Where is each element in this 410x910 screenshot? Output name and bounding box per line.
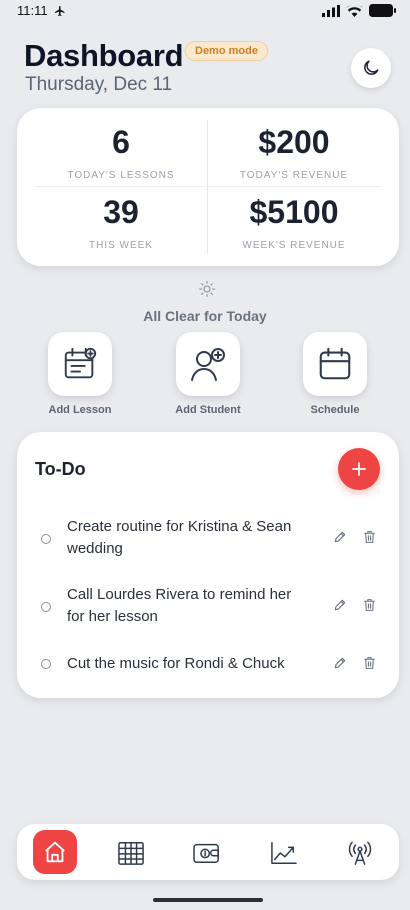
page-date: Thursday, Dec 11: [25, 74, 173, 95]
bottom-nav: [17, 824, 399, 880]
nav-reports[interactable]: [262, 832, 306, 874]
todo-checkbox[interactable]: [41, 602, 51, 612]
stat-value: 6: [112, 124, 130, 160]
add-student-action[interactable]: Add Student: [163, 332, 253, 416]
todo-checkbox[interactable]: [41, 659, 51, 669]
wifi-icon: [346, 4, 363, 17]
status-icons: [322, 4, 396, 17]
edit-icon[interactable]: [333, 530, 347, 544]
todo-item: Create routine for Kristina & Sean weddi…: [35, 516, 385, 560]
stat-todays-revenue: $200 TODAY'S REVENUE: [214, 124, 374, 181]
stats-divider-horizontal: [35, 186, 381, 187]
plus-icon: [352, 462, 366, 476]
add-student-label: Add Student: [175, 404, 241, 416]
stat-label: TODAY'S REVENUE: [239, 170, 349, 181]
nav-schedule[interactable]: [109, 832, 153, 874]
add-todo-button[interactable]: [338, 448, 380, 490]
calendar-icon: [319, 347, 351, 380]
schedule-button[interactable]: [303, 332, 367, 396]
todo-text: Call Lourdes Rivera to remind her for he…: [67, 586, 292, 625]
moon-icon: [364, 60, 379, 75]
todo-item: Cut the music for Rondi & Chuck: [35, 653, 385, 675]
schedule-action[interactable]: Schedule: [290, 332, 380, 416]
sun-icon: [198, 280, 216, 303]
stat-label: THIS WEEK: [88, 240, 153, 251]
todo-item: Call Lourdes Rivera to remind her for he…: [35, 584, 385, 628]
status-bar-time: 11:11: [17, 3, 66, 18]
theme-toggle-button[interactable]: [351, 48, 391, 88]
wallet-icon: [193, 843, 219, 864]
stats-card: 6 TODAY'S LESSONS $200 TODAY'S REVENUE 3…: [17, 108, 399, 266]
schedule-grid-icon: [118, 842, 144, 865]
stat-value: 39: [103, 194, 139, 230]
todo-text: Cut the music for Rondi & Chuck: [67, 655, 285, 672]
add-lesson-label: Add Lesson: [48, 404, 112, 416]
todo-card: To-Do Create routine for Kristina & Sean…: [17, 432, 399, 698]
stat-todays-lessons: 6 TODAY'S LESSONS: [41, 124, 201, 181]
nav-home[interactable]: [33, 830, 77, 874]
chart-icon: [271, 842, 297, 864]
add-student-icon: [191, 348, 225, 381]
stat-value: $200: [258, 124, 330, 160]
airplane-icon: [54, 5, 65, 16]
status-message: All Clear for Today: [143, 308, 267, 324]
stat-weeks-revenue: $5100 WEEK'S REVENUE: [214, 194, 374, 251]
nav-payments[interactable]: [185, 832, 229, 874]
edit-icon[interactable]: [333, 598, 347, 612]
home-indicator: [153, 898, 263, 902]
trash-icon[interactable]: [363, 530, 376, 544]
todo-title: To-Do: [35, 459, 86, 479]
stat-label: WEEK'S REVENUE: [242, 240, 346, 251]
broadcast-icon: [348, 841, 372, 865]
stat-this-week: 39 THIS WEEK: [41, 194, 201, 251]
signal-icon: [322, 4, 340, 17]
todo-text: Create routine for Kristina & Sean weddi…: [67, 518, 292, 557]
add-lesson-icon: [64, 347, 97, 379]
stat-value: $5100: [249, 194, 339, 230]
page-title: Dashboard: [24, 38, 184, 73]
add-lesson-action[interactable]: Add Lesson: [35, 332, 125, 416]
nav-broadcast[interactable]: [338, 832, 382, 874]
battery-icon: [369, 4, 396, 17]
time-label: 11:11: [17, 3, 48, 18]
trash-icon[interactable]: [363, 656, 376, 670]
add-student-button[interactable]: [176, 332, 240, 396]
add-lesson-button[interactable]: [48, 332, 112, 396]
trash-icon[interactable]: [363, 598, 376, 612]
edit-icon[interactable]: [333, 656, 347, 670]
stats-divider-vertical: [207, 120, 208, 254]
schedule-label: Schedule: [310, 404, 360, 416]
demo-mode-badge: Demo mode: [185, 41, 268, 61]
todo-checkbox[interactable]: [41, 534, 51, 544]
home-icon: [45, 841, 65, 863]
stat-label: TODAY'S LESSONS: [67, 170, 175, 181]
